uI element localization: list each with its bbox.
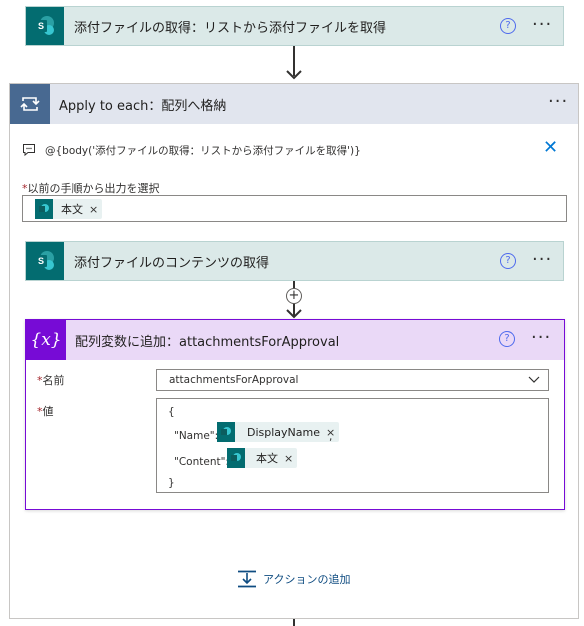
more-options-button[interactable]: ··· — [548, 93, 568, 111]
card-title: 配列変数に追加：attachmentsForApproval — [75, 334, 340, 350]
body-token[interactable]: 本文 × — [35, 199, 103, 219]
card-title: Apply to each：配列へ格納 — [59, 98, 227, 114]
insert-step-button[interactable]: + — [286, 288, 302, 304]
variable-icon-box: {x} — [26, 320, 66, 360]
content-key: "Content": — [174, 456, 229, 468]
add-action-button[interactable]: アクションの追加 — [237, 569, 350, 589]
card-title: 添付ファイルのコンテンツの取得 — [74, 255, 270, 271]
json-open-brace: { — [168, 406, 175, 418]
name-key: "Name": — [174, 430, 219, 442]
connector-line — [293, 619, 295, 626]
close-icon[interactable]: ✕ — [543, 139, 558, 157]
variable-icon: {x} — [30, 330, 62, 350]
remove-token-icon[interactable]: × — [284, 452, 293, 465]
loop-icon — [20, 97, 40, 111]
loop-icon-box — [10, 84, 50, 124]
select-output-label-wrap: *以前の手順から出力を選択 — [22, 180, 160, 196]
token-label: 本文 — [61, 203, 83, 216]
select-output-label: 以前の手順から出力を選択 — [27, 182, 160, 195]
name-label-wrap: *名前 — [37, 372, 65, 388]
sharepoint-icon — [217, 422, 235, 442]
sharepoint-icon: S — [26, 7, 64, 45]
connector-arrow-icon — [286, 309, 302, 319]
apply-to-each-header[interactable]: Apply to each：配列へ格納 ··· — [10, 84, 578, 124]
svg-text:S: S — [38, 256, 44, 266]
sharepoint-icon — [227, 448, 245, 468]
remove-token-icon[interactable]: × — [89, 203, 98, 216]
get-attachments-card[interactable]: S 添付ファイルの取得：リストから添付ファイルを取得 ? ··· — [25, 6, 564, 46]
sharepoint-icon — [35, 199, 53, 219]
loop-expression: @{body('添付ファイルの取得：リストから添付ファイルを取得')} — [45, 145, 361, 157]
help-icon[interactable]: ? — [500, 253, 516, 269]
token-label: DisplayName — [247, 425, 320, 439]
card-title: 添付ファイルの取得：リストから添付ファイルを取得 — [74, 20, 387, 36]
more-options-button[interactable]: ··· — [531, 329, 551, 347]
content-body-token[interactable]: 本文 × — [227, 448, 298, 468]
append-to-array-header[interactable]: {x} 配列変数に追加：attachmentsForApproval ? ··· — [26, 320, 564, 360]
chevron-down-icon — [528, 376, 540, 383]
add-action-icon — [238, 570, 256, 588]
get-attachment-content-card[interactable]: S 添付ファイルのコンテンツの取得 ? ··· — [25, 241, 564, 281]
name-label: 名前 — [42, 374, 65, 387]
more-options-button[interactable]: ··· — [532, 251, 552, 269]
value-label-wrap: *値 — [37, 403, 54, 419]
sharepoint-icon: S — [26, 242, 64, 280]
select-output-field[interactable]: 本文 × — [22, 195, 567, 222]
token-label: 本文 — [256, 452, 278, 465]
variable-name-value: attachmentsForApproval — [169, 374, 299, 386]
displayname-token[interactable]: DisplayName × — [217, 422, 340, 442]
add-action-label: アクションの追加 — [263, 573, 351, 586]
variable-name-dropdown[interactable]: attachmentsForApproval — [156, 369, 549, 391]
svg-text:S: S — [38, 21, 44, 31]
more-options-button[interactable]: ··· — [532, 16, 552, 34]
comment-icon — [23, 144, 35, 157]
help-icon[interactable]: ? — [500, 18, 516, 34]
value-editor[interactable]: { "Name": DisplayName × , "Content": 本文 … — [156, 398, 549, 493]
value-label: 値 — [42, 405, 54, 418]
plus-icon: + — [288, 288, 300, 303]
json-close-brace: } — [168, 477, 175, 489]
comma: , — [329, 431, 333, 443]
connector-arrow-icon — [286, 70, 302, 80]
help-icon[interactable]: ? — [499, 331, 515, 347]
